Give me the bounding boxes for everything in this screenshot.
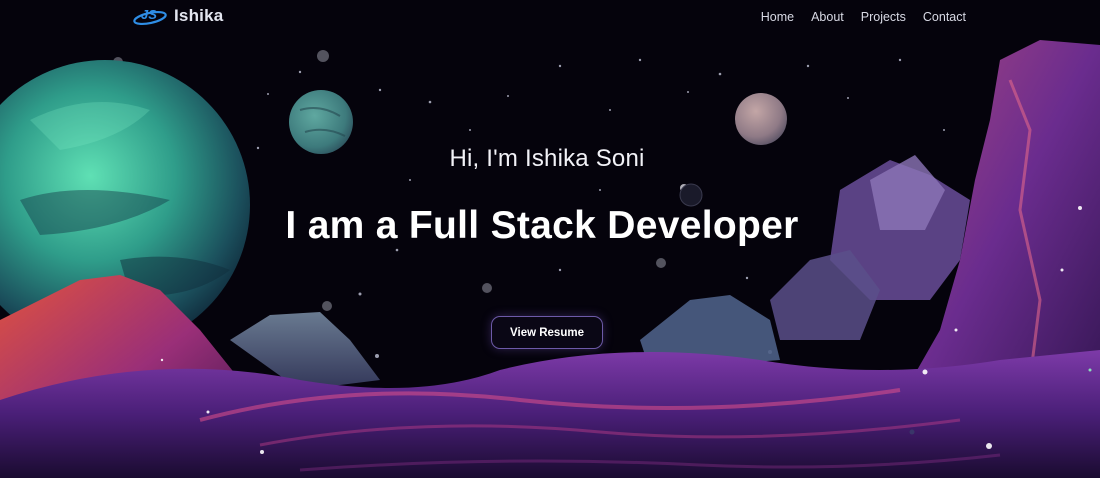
nav-link-contact[interactable]: Contact	[923, 10, 966, 24]
hero-section: Hi, I'm Ishika Soni I am a Full Stack De…	[0, 0, 1100, 478]
nav-links: Home About Projects Contact	[761, 10, 966, 24]
nav-link-projects[interactable]: Projects	[861, 10, 906, 24]
hero-greeting: Hi, I'm Ishika Soni	[449, 145, 645, 172]
top-navbar: JS Ishika Home About Projects Contact	[0, 0, 1100, 34]
hero-headline: I am a Full Stack Developer	[285, 204, 799, 247]
nav-link-about[interactable]: About	[811, 10, 844, 24]
brand-name: Ishika	[174, 6, 224, 25]
nav-link-home[interactable]: Home	[761, 10, 794, 24]
svg-text:JS: JS	[141, 7, 157, 22]
brand[interactable]: JS Ishika	[132, 5, 223, 27]
view-resume-button[interactable]: View Resume	[491, 316, 603, 349]
portfolio-page: JS Ishika Home About Projects Contact Hi…	[0, 0, 1100, 478]
js-orbit-logo-icon: JS	[133, 7, 167, 26]
